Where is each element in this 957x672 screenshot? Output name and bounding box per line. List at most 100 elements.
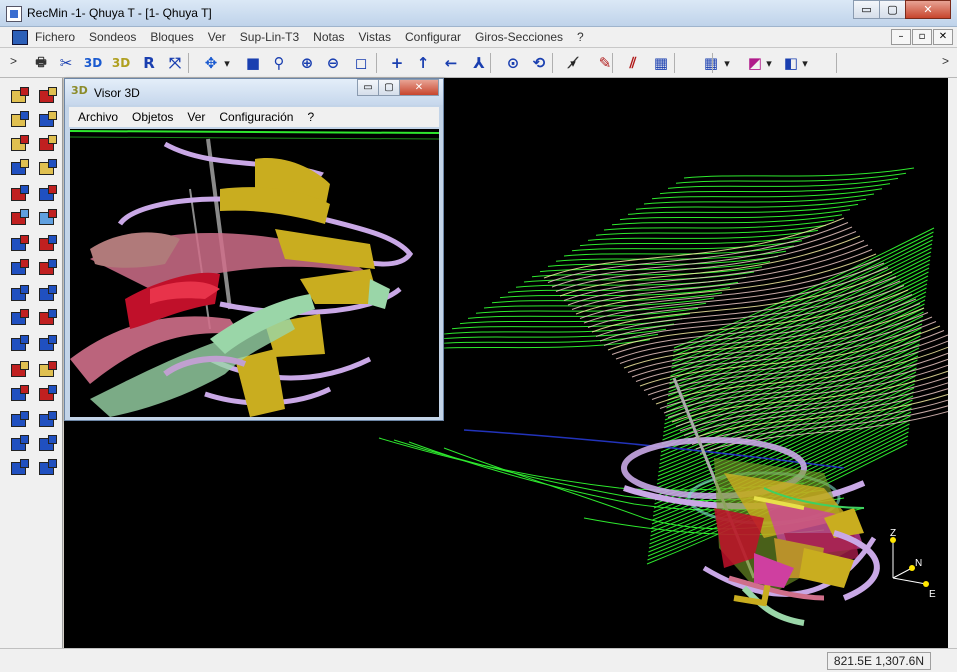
fit-window-button[interactable]: ⤧ bbox=[164, 52, 186, 74]
draw-line-3d-button[interactable] bbox=[36, 208, 58, 230]
mdi-restore-button[interactable]: ▫ bbox=[912, 29, 932, 45]
cross-edit-button[interactable] bbox=[36, 360, 58, 382]
visor-menu-objetos[interactable]: Objetos bbox=[132, 110, 173, 124]
visor-menu-archivo[interactable]: Archivo bbox=[78, 110, 118, 124]
toolbar-grip-icon[interactable]: > bbox=[10, 54, 17, 68]
open-layer-c2-button[interactable] bbox=[36, 134, 58, 156]
grid-cross-button[interactable] bbox=[36, 458, 58, 480]
menu-sondeos[interactable]: Sondeos bbox=[89, 30, 136, 44]
open-layer-f2-button[interactable] bbox=[36, 158, 58, 180]
select-red-button[interactable] bbox=[36, 258, 58, 280]
draw-line-button[interactable] bbox=[8, 208, 30, 230]
document-icon[interactable] bbox=[12, 30, 28, 45]
dropdown-arrow-icon[interactable]: ▾ bbox=[722, 52, 732, 74]
reset-button[interactable]: R bbox=[138, 52, 160, 74]
mdi-minimize-button[interactable]: – bbox=[891, 29, 911, 45]
zoom-in-button[interactable]: ⊕ bbox=[296, 52, 318, 74]
menu-sup-lin-t3[interactable]: Sup-Lin-T3 bbox=[240, 30, 299, 44]
axes-button[interactable]: ⅄ bbox=[468, 52, 490, 74]
panels-button[interactable]: ◧ bbox=[780, 52, 802, 74]
visor-3d-window[interactable]: 3D Visor 3D ▭ ▢ ✕ Archivo Objetos Ver Confi… bbox=[64, 78, 444, 421]
axis-n-label: N bbox=[915, 558, 922, 569]
zoom-out-icon: ⊖ bbox=[326, 54, 340, 72]
visor-close-button[interactable]: ✕ bbox=[399, 79, 439, 96]
menu-configurar[interactable]: Configurar bbox=[405, 30, 461, 44]
target-button[interactable]: ⊙ bbox=[502, 52, 524, 74]
toolbar-overflow-icon[interactable]: > bbox=[942, 54, 949, 68]
dropdown-arrow-icon[interactable]: ▾ bbox=[222, 52, 232, 74]
menu-ver[interactable]: Ver bbox=[208, 30, 226, 44]
menu-help[interactable]: ? bbox=[577, 30, 584, 44]
color-surface-button[interactable] bbox=[36, 234, 58, 256]
list-edit-button[interactable] bbox=[8, 360, 30, 382]
zoom-button[interactable]: ⚲ bbox=[268, 52, 290, 74]
diagonal-line-button[interactable] bbox=[36, 334, 58, 356]
arrow-up-button[interactable]: ↑ bbox=[412, 52, 434, 74]
section-axis-button[interactable] bbox=[8, 334, 30, 356]
maximize-button[interactable]: ▢ bbox=[879, 0, 906, 19]
zoom-out-button[interactable]: ⊖ bbox=[322, 52, 344, 74]
visor-3d-canvas[interactable] bbox=[70, 129, 439, 417]
arrow-left-button[interactable]: ← bbox=[440, 52, 462, 74]
menu-giros-secciones[interactable]: Giros-Secciones bbox=[475, 30, 563, 44]
edit-lines-button[interactable]: ⫽ bbox=[622, 52, 644, 74]
dropdown-arrow-icon[interactable]: ▾ bbox=[764, 52, 774, 74]
menu-bloques[interactable]: Bloques bbox=[150, 30, 193, 44]
visor-maximize-button[interactable]: ▢ bbox=[378, 79, 400, 96]
open-layer-e-button[interactable] bbox=[36, 110, 58, 132]
rotate-button[interactable]: ⟲ bbox=[528, 52, 550, 74]
menu-notas[interactable]: Notas bbox=[313, 30, 344, 44]
dropdown-arrow-icon[interactable]: ▾ bbox=[800, 52, 810, 74]
measure-line-button[interactable] bbox=[8, 234, 30, 256]
3d-view-button[interactable]: 3D bbox=[82, 52, 104, 74]
open-layer-button[interactable] bbox=[8, 86, 30, 108]
open-layer-b-button[interactable] bbox=[8, 110, 30, 132]
visor-menu-help[interactable]: ? bbox=[307, 110, 314, 124]
close-button[interactable]: ✕ bbox=[905, 0, 951, 19]
delete-line-button[interactable] bbox=[36, 384, 58, 406]
visor-menu-ver[interactable]: Ver bbox=[187, 110, 205, 124]
add-3d-button[interactable] bbox=[36, 184, 58, 206]
visor-menu-configuracion[interactable]: Configuración bbox=[219, 110, 293, 124]
save-point-button[interactable] bbox=[8, 384, 30, 406]
open-layer-red-button[interactable] bbox=[36, 86, 58, 108]
zoom-window-button[interactable]: ◻ bbox=[350, 52, 372, 74]
edit-lines-icon: ⫽ bbox=[629, 54, 637, 72]
window-select-button[interactable] bbox=[8, 284, 30, 306]
select-points-button[interactable] bbox=[8, 258, 30, 280]
menu-vistas[interactable]: Vistas bbox=[359, 30, 391, 44]
vertical-scrollbar[interactable] bbox=[948, 78, 957, 648]
move-points-button[interactable] bbox=[8, 308, 30, 330]
3d-render-button[interactable]: 3D bbox=[110, 52, 132, 74]
toolbar-separator bbox=[552, 53, 553, 73]
minimize-button[interactable]: ▭ bbox=[853, 0, 880, 19]
save-square-button[interactable] bbox=[8, 434, 30, 456]
polygon-edit-button[interactable] bbox=[36, 410, 58, 432]
tool-badge bbox=[20, 459, 29, 468]
mdi-close-button[interactable]: ✕ bbox=[933, 29, 953, 45]
menu-fichero[interactable]: Fichero bbox=[35, 30, 75, 44]
toolbar-separator bbox=[712, 53, 713, 73]
dropdown-arrow-icon[interactable]: ▾ bbox=[568, 52, 578, 74]
color-scale-button[interactable]: ◩ bbox=[744, 52, 766, 74]
node-edit-button[interactable] bbox=[36, 308, 58, 330]
grid-button[interactable]: ▦ bbox=[700, 52, 722, 74]
visor-title-bar[interactable]: 3D Visor 3D ▭ ▢ ✕ bbox=[65, 79, 443, 105]
scissors-button[interactable]: ✂ bbox=[55, 52, 77, 74]
rectangle-select-button[interactable]: ■ bbox=[242, 52, 264, 74]
window-title: RecMin -1- Qhuya T - [1- Qhuya T] bbox=[27, 6, 212, 20]
visor-minimize-button[interactable]: ▭ bbox=[357, 79, 379, 96]
scissors-icon: ✂ bbox=[59, 54, 73, 72]
add-point-button[interactable] bbox=[8, 184, 30, 206]
grid-cell-button[interactable] bbox=[8, 458, 30, 480]
calculator-button[interactable]: ▦ bbox=[650, 52, 672, 74]
open-layer-c-button[interactable] bbox=[8, 134, 30, 156]
pan-button[interactable]: ✥ bbox=[200, 52, 222, 74]
axes-icon: ⅄ bbox=[473, 54, 485, 72]
cross-button[interactable]: + bbox=[386, 52, 408, 74]
open-layer-f-button[interactable] bbox=[8, 158, 30, 180]
printer-button[interactable]: 🖶 bbox=[30, 52, 52, 74]
explode-points-button[interactable] bbox=[8, 410, 30, 432]
cut-line-button[interactable] bbox=[36, 434, 58, 456]
window-select-2-button[interactable] bbox=[36, 284, 58, 306]
